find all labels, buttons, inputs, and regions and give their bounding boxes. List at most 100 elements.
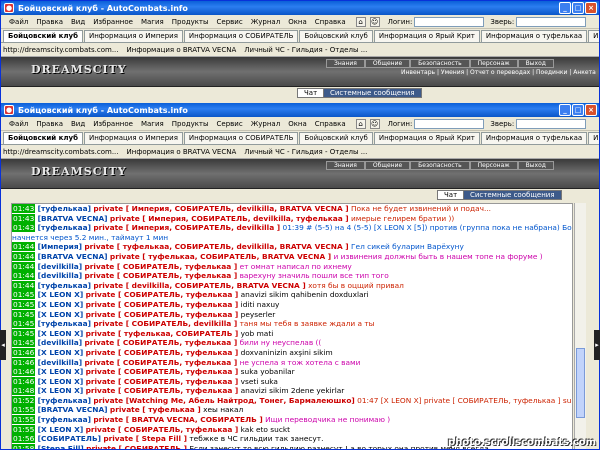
banner-nav-item[interactable]: Знания	[326, 161, 365, 170]
chat-sender[interactable]: [X LEON X]	[38, 425, 84, 434]
chat-private-recipients[interactable]: private [ СОБИРАТЕЛЬ, туфелькаа ]	[84, 262, 237, 271]
login-select[interactable]	[414, 118, 485, 129]
chat-private-recipients[interactable]: private [ СОБИРАТЕЛЬ, туфелькаа ]	[86, 386, 239, 395]
chat-sender[interactable]: [X LEON X]	[38, 300, 84, 309]
address-personal[interactable]: Личный ЧС - Гильдия - Отделы ...	[244, 148, 367, 156]
browser-tab[interactable]: Информация о Ярый Крит	[373, 30, 480, 42]
chat-sender[interactable]: [X LEON X]	[38, 367, 84, 376]
chat-private-recipients[interactable]: private [ СОБИРАТЕЛЬ, туфелькаа ]	[84, 358, 237, 367]
menu-item[interactable]: Сервис	[213, 16, 247, 28]
chat-sender[interactable]: [devilkilla]	[38, 271, 82, 280]
scroll-thumb[interactable]	[576, 348, 585, 418]
chat-sender[interactable]: [X LEON X]	[38, 329, 84, 338]
chat-sender[interactable]: [devilkilla]	[38, 338, 82, 347]
tab-chat[interactable]: Чат	[437, 190, 465, 200]
chat-private-recipients[interactable]: private [ СОБИРАТЕЛЬ, туфелькаа ]	[86, 310, 239, 319]
beast-select[interactable]	[516, 118, 587, 129]
address-group[interactable]: Информация о BRATVA VECNA	[127, 46, 237, 54]
browser-tab[interactable]: Информация о СОБИРАТЕЛЬ	[183, 30, 299, 42]
address-personal[interactable]: Личный ЧС - Гильдия - Отделы ...	[244, 46, 367, 54]
chat-sender[interactable]: [Империя]	[38, 242, 82, 251]
chat-private-recipients[interactable]: private [ BRATVA VECNA, СОБИРАТЕЛЬ ]	[93, 415, 262, 424]
chat-sender[interactable]: [туфелькаа]	[38, 415, 91, 424]
chat-sender[interactable]: [BRATVA VECNA]	[38, 405, 108, 414]
maximize-button[interactable]: □	[572, 104, 584, 116]
menu-item[interactable]: Справка	[311, 16, 350, 28]
menu-item[interactable]: Окна	[284, 16, 311, 28]
chat-sender[interactable]: [devilkilla]	[38, 262, 82, 271]
banner-nav-item[interactable]: Выход	[517, 161, 554, 170]
banner-nav-item[interactable]: Знания	[326, 59, 365, 68]
chat-private-recipients[interactable]: private [ Stepa Fill ]	[103, 434, 187, 443]
menu-item[interactable]: Правка	[32, 118, 67, 130]
smiley-icon[interactable]: ☺	[369, 16, 380, 27]
banner-nav-item[interactable]: Персонаж	[469, 59, 518, 68]
chat-sender[interactable]: [туфелькаа]	[38, 319, 91, 328]
chat-sender[interactable]: [BRATVA VECNA]	[38, 252, 108, 261]
menu-item[interactable]: Продукты	[168, 118, 213, 130]
chat-private-recipients[interactable]: private [ СОБИРАТЕЛЬ, туфелькаа ]	[86, 425, 239, 434]
chat-private-recipients[interactable]: private [ СОБИРАТЕЛЬ, туфелькаа ]	[84, 338, 237, 347]
browser-tab[interactable]: Информация о СОБИРАТЕЛЬ	[183, 132, 299, 144]
browser-tab[interactable]: Бойцовский клуб	[3, 30, 83, 42]
chat-sender[interactable]: [туфелькаа]	[38, 396, 91, 405]
browser-tab[interactable]: Бойцовский клуб	[3, 132, 83, 144]
chat-private-recipients[interactable]: private [ Империя, СОБИРАТЕЛЬ, devilkill…	[110, 214, 349, 223]
chat-private-recipients[interactable]: private [ СОБИРАТЕЛЬ, туфелькаа ]	[86, 377, 239, 386]
menu-item[interactable]: Продукты	[168, 16, 213, 28]
banner-nav-item[interactable]: Общение	[364, 161, 411, 170]
chat-private-recipients[interactable]: private [ devilkilla, СОБИРАТЕЛЬ, BRATVA…	[93, 281, 305, 290]
close-button[interactable]: ×	[585, 2, 597, 14]
chat-sender[interactable]: [туфелькаа]	[38, 281, 91, 290]
menu-item[interactable]: Магия	[137, 118, 168, 130]
chat-private-recipients[interactable]: private [ туфелькаа ]	[110, 405, 201, 414]
chat-private-recipients[interactable]: private [ СОБИРАТЕЛЬ, туфелькаа ]	[86, 367, 239, 376]
chat-private-recipients[interactable]: private [ туфелькаа, СОБИРАТЕЛЬ ]	[86, 329, 239, 338]
browser-tab[interactable]: Бойцовский клуб	[299, 132, 373, 144]
banner-nav-item[interactable]: Безопасность	[410, 161, 470, 170]
browser-tab[interactable]: Информация о Империя	[83, 132, 183, 144]
menu-item[interactable]: Магия	[137, 16, 168, 28]
collapse-right-icon[interactable]: ▸	[594, 330, 600, 360]
menu-item[interactable]: Вид	[67, 16, 89, 28]
chat-sender[interactable]: [X LEON X]	[38, 310, 84, 319]
chat-sender[interactable]: [Stepa Fill]	[38, 444, 84, 449]
menu-item[interactable]: Файл	[5, 118, 32, 130]
chat-log[interactable]: 01:43 [туфелькаа] private [ Империя, СОБ…	[11, 203, 573, 449]
chat-sender[interactable]: [BRATVA VECNA]	[38, 214, 108, 223]
menu-item[interactable]: Избранное	[89, 118, 137, 130]
beast-select[interactable]	[516, 16, 587, 27]
chat-private-recipients[interactable]: private [Watching Me, Абель Найтрод, Тон…	[93, 396, 354, 405]
login-select[interactable]	[414, 16, 485, 27]
browser-tab[interactable]: Информация о Империя	[83, 30, 183, 42]
tab-system-messages[interactable]: Системные сообщения	[463, 190, 562, 200]
banner-nav-item[interactable]: Безопасность	[410, 59, 470, 68]
chat-sender[interactable]: [туфелькаа]	[38, 223, 91, 232]
menu-item[interactable]: Сервис	[213, 118, 247, 130]
address-url[interactable]: http://dreamscity.combats.com...	[3, 148, 119, 156]
address-url[interactable]: http://dreamscity.combats.com...	[3, 46, 119, 54]
close-button[interactable]: ×	[585, 104, 597, 116]
menu-item[interactable]: Окна	[284, 118, 311, 130]
menu-item[interactable]: Справка	[311, 118, 350, 130]
menu-item[interactable]: Журнал	[247, 118, 284, 130]
chat-sender[interactable]: [devilkilla]	[38, 358, 82, 367]
browser-tab[interactable]: Информация о туфелькаа	[480, 132, 588, 144]
menu-item[interactable]: Вид	[67, 118, 89, 130]
title-bar[interactable]: ● Бойцовский клуб - AutoCombats.info _ □…	[1, 103, 599, 117]
collapse-left-icon[interactable]: ◂	[0, 330, 6, 360]
browser-tab[interactable]: Информация о Ярый Крит	[373, 132, 480, 144]
chat-private-recipients[interactable]: private [ СОБИРАТЕЛЬ ]	[86, 444, 187, 449]
banner-nav-item[interactable]: Выход	[517, 59, 554, 68]
chat-sender[interactable]: [туфелькаа]	[38, 204, 91, 213]
banner-nav-item[interactable]: Общение	[364, 59, 411, 68]
chat-private-recipients[interactable]: private [ туфелькаа, СОБИРАТЕЛЬ, devilki…	[84, 242, 348, 251]
chat-private-recipients[interactable]: private [ СОБИРАТЕЛЬ, devilkilla ]	[93, 319, 237, 328]
browser-tab[interactable]: Информация о туфелькаа	[480, 30, 588, 42]
chat-private-recipients[interactable]: private [ Империя, СОБИРАТЕЛЬ, devilkill…	[93, 204, 348, 213]
browser-tab[interactable]: Информация о торка	[588, 30, 599, 42]
chat-scrollbar[interactable]	[574, 203, 586, 449]
chat-sender[interactable]: [X LEON X]	[38, 348, 84, 357]
chat-private-recipients[interactable]: private [ СОБИРАТЕЛЬ, туфелькаа ]	[86, 348, 239, 357]
menu-item[interactable]: Правка	[32, 16, 67, 28]
